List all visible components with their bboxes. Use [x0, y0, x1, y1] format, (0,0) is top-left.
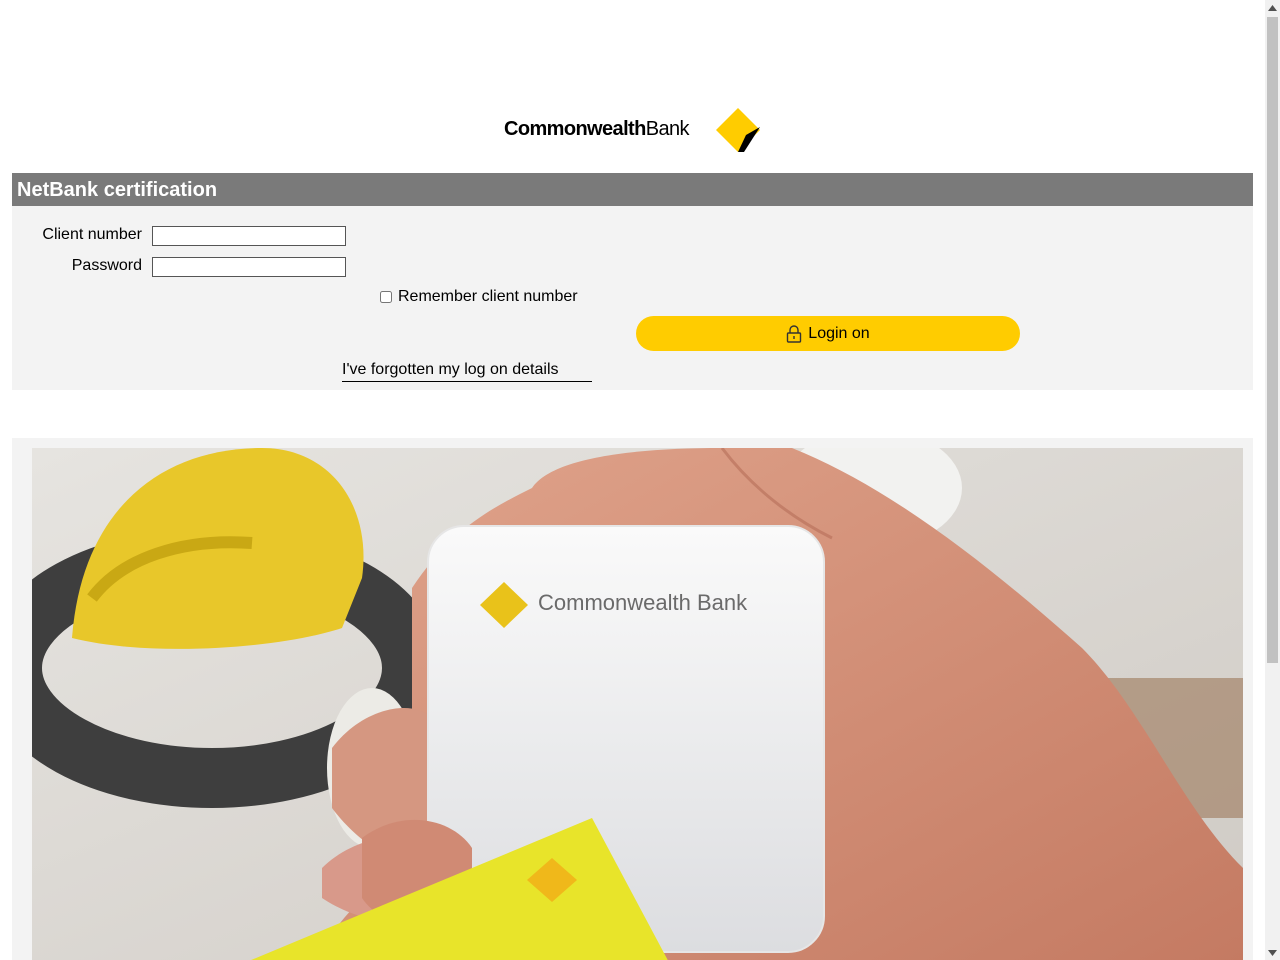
scrollbar-thumb[interactable] — [1267, 17, 1278, 663]
login-button[interactable]: Login on — [636, 316, 1020, 351]
forgot-details-link[interactable]: I've forgotten my log on details — [342, 361, 592, 382]
password-input[interactable] — [152, 257, 346, 277]
remember-client-checkbox[interactable] — [380, 291, 392, 303]
scroll-up-arrow-icon[interactable] — [1265, 0, 1280, 15]
client-number-input[interactable] — [152, 226, 346, 246]
remember-client-label[interactable]: Remember client number — [398, 288, 578, 306]
header-bar: NetBank certification — [12, 173, 1253, 206]
commbank-logo[interactable]: CommonwealthBank — [504, 108, 764, 156]
diamond-logo-icon — [716, 108, 760, 152]
login-form: Client number Password Remember client n… — [12, 206, 1253, 390]
remember-client-row: Remember client number — [378, 288, 578, 306]
scroll-down-arrow-icon[interactable] — [1265, 945, 1280, 960]
page-title: NetBank certification — [17, 179, 218, 201]
password-label: Password — [71, 257, 142, 274]
hand-holding-terminal-illustration: Commonwealth Bank — [32, 448, 1243, 960]
vertical-scrollbar[interactable] — [1265, 0, 1280, 960]
logo-wordmark-bold: Commonwealth — [504, 118, 646, 140]
padlock-icon — [787, 324, 802, 343]
logo-wordmark-light: Bank — [645, 118, 690, 140]
client-number-label: Client number — [42, 226, 142, 243]
logo-wordmark: CommonwealthBank — [504, 118, 689, 141]
promo-photo: Commonwealth Bank — [32, 448, 1243, 960]
login-button-label: Login on — [808, 324, 870, 342]
page: CommonwealthBank NetBank certification C… — [0, 0, 1265, 960]
device-brand-text: Commonwealth Bank — [538, 590, 748, 615]
promo-panel: Commonwealth Bank — [12, 438, 1253, 960]
